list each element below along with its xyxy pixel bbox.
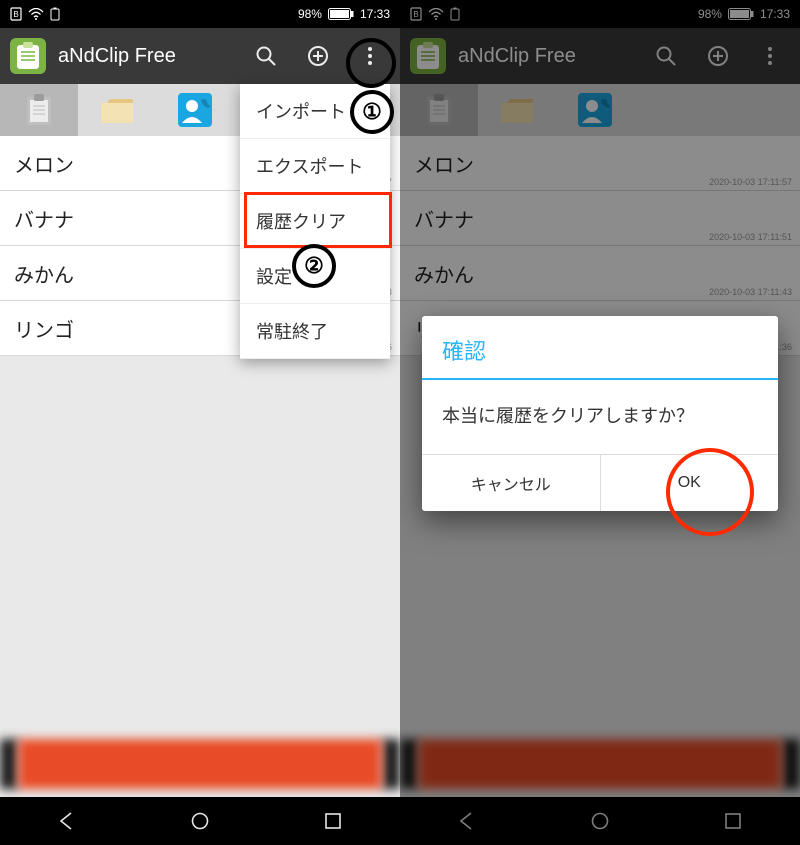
list-item[interactable]: みかん 2020-10-03 17:11:43	[400, 246, 800, 301]
ad-edge	[0, 739, 18, 789]
clip-text: みかん	[14, 259, 74, 288]
overflow-menu: インポート エクスポート 履歴クリア 設定 常駐終了	[240, 84, 390, 359]
tab-contact[interactable]	[156, 84, 234, 136]
home-icon	[190, 811, 210, 831]
home-icon	[590, 811, 610, 831]
contact-icon	[578, 93, 612, 127]
battery-small-icon	[450, 7, 460, 21]
svg-text:B: B	[13, 10, 18, 19]
clock: 17:33	[360, 7, 390, 21]
ad-banner[interactable]	[18, 739, 382, 789]
back-icon	[457, 811, 477, 831]
overflow-button[interactable]	[346, 32, 394, 80]
app-title: aNdClip Free	[58, 45, 176, 68]
status-bar: B 98% 17:33	[400, 0, 800, 28]
recent-icon	[324, 812, 342, 830]
wifi-icon	[28, 8, 44, 20]
search-button[interactable]	[642, 32, 690, 80]
screenshot-left: B 98% 17:33 aNdClip Fr	[0, 0, 400, 845]
clip-timestamp: 2020-10-03 17:11:43	[709, 287, 792, 297]
folder-icon	[499, 95, 535, 125]
menu-import[interactable]: インポート	[240, 84, 390, 139]
clip-text: みかん	[414, 259, 474, 288]
clip-timestamp: 2020-10-03 17:11:51	[709, 232, 792, 242]
add-button[interactable]	[294, 32, 342, 80]
plus-circle-icon	[306, 44, 330, 68]
menu-export[interactable]: エクスポート	[240, 139, 390, 194]
nav-bar	[400, 797, 800, 845]
clip-text: メロン	[414, 149, 474, 178]
back-icon	[57, 811, 77, 831]
dialog-cancel-button[interactable]: キャンセル	[422, 455, 600, 511]
ad-edge	[782, 739, 800, 789]
clipboard-icon	[24, 93, 54, 127]
more-vert-icon	[358, 44, 382, 68]
overflow-button[interactable]	[746, 32, 794, 80]
menu-clear-history[interactable]: 履歴クリア	[240, 194, 390, 249]
status-bar: B 98% 17:33	[0, 0, 400, 28]
app-icon	[10, 38, 46, 74]
plus-circle-icon	[706, 44, 730, 68]
tab-folder[interactable]	[478, 84, 556, 136]
list-item[interactable]: バナナ 2020-10-03 17:11:51	[400, 191, 800, 246]
menu-settings[interactable]: 設定	[240, 249, 390, 304]
add-button[interactable]	[694, 32, 742, 80]
nav-back[interactable]	[437, 801, 497, 841]
svg-text:B: B	[413, 10, 418, 19]
clip-text: バナナ	[414, 204, 474, 233]
action-bar: aNdClip Free	[400, 28, 800, 84]
folder-icon	[99, 95, 135, 125]
nav-home[interactable]	[570, 801, 630, 841]
ad-edge	[382, 739, 400, 789]
tab-folder[interactable]	[78, 84, 156, 136]
ad-banner[interactable]	[418, 739, 782, 789]
battery-small-icon	[50, 7, 60, 21]
clip-text: リンゴ	[14, 314, 74, 343]
app-title: aNdClip Free	[458, 45, 576, 68]
clipboard-icon	[424, 93, 454, 127]
clip-text: バナナ	[14, 204, 74, 233]
more-vert-icon	[758, 44, 782, 68]
dialog-title: 確認	[422, 316, 778, 380]
battery-pct: 98%	[698, 7, 722, 21]
dialog-button-bar: キャンセル OK	[422, 454, 778, 511]
recent-icon	[724, 812, 742, 830]
search-button[interactable]	[242, 32, 290, 80]
nav-home[interactable]	[170, 801, 230, 841]
wifi-icon	[428, 8, 444, 20]
doc-icon: B	[10, 7, 22, 21]
list-item[interactable]: メロン 2020-10-03 17:11:57	[400, 136, 800, 191]
menu-stop-resident[interactable]: 常駐終了	[240, 304, 390, 359]
nav-recent[interactable]	[703, 801, 763, 841]
clock: 17:33	[760, 7, 790, 21]
battery-pct: 98%	[298, 7, 322, 21]
screenshot-right: B 98% 17:33 aNdClip Free	[400, 0, 800, 845]
ad-edge	[400, 739, 418, 789]
contact-icon	[178, 93, 212, 127]
tab-contact[interactable]	[556, 84, 634, 136]
dialog-message: 本当に履歴をクリアしますか？	[422, 380, 778, 454]
clip-text: メロン	[14, 149, 74, 178]
tab-clipboard[interactable]	[0, 84, 78, 136]
search-icon	[654, 44, 678, 68]
battery-icon	[328, 8, 354, 20]
nav-recent[interactable]	[303, 801, 363, 841]
battery-icon	[728, 8, 754, 20]
clip-timestamp: 2020-10-03 17:11:57	[709, 177, 792, 187]
tab-strip	[400, 84, 800, 136]
action-bar: aNdClip Free	[0, 28, 400, 84]
app-icon	[410, 38, 446, 74]
search-icon	[254, 44, 278, 68]
dialog-ok-button[interactable]: OK	[600, 455, 779, 511]
tab-clipboard[interactable]	[400, 84, 478, 136]
nav-back[interactable]	[37, 801, 97, 841]
confirm-dialog: 確認 本当に履歴をクリアしますか？ キャンセル OK	[422, 316, 778, 511]
nav-bar	[0, 797, 400, 845]
doc-icon: B	[410, 7, 422, 21]
